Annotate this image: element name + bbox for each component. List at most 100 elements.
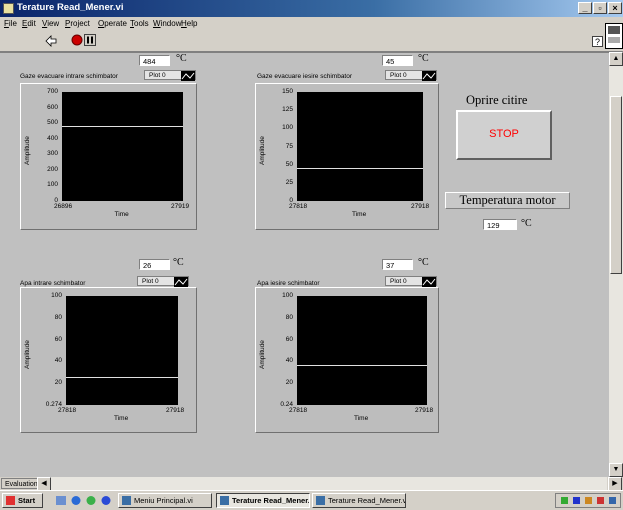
close-button[interactable]: × xyxy=(608,2,622,14)
apa-intrare-plot-legend[interactable]: Plot 0 xyxy=(137,276,189,287)
gaze-intrare-ytick: 700 xyxy=(47,88,58,95)
apa-iesire-ytick: 20 xyxy=(285,379,293,387)
gaze-iesire-trace xyxy=(297,168,423,169)
start-button[interactable]: Start xyxy=(2,493,43,508)
plot-legend-label: Plot 0 xyxy=(149,72,166,79)
task-label: Meniu Principal.vi xyxy=(134,496,193,505)
gaze-intrare-xtick-max: 27919 xyxy=(171,203,190,210)
gaze-intrare-plot-legend[interactable]: Plot 0 xyxy=(144,70,196,81)
run-arrow-icon[interactable] xyxy=(44,34,58,48)
gaze-iesire-label: Gaze evacuare iesire schimbator xyxy=(257,73,353,80)
quick-launch-icons[interactable] xyxy=(54,494,118,507)
gaze-iesire-ytick: 25 xyxy=(285,178,293,186)
apa-iesire-xlabel: Time xyxy=(354,415,369,422)
task-terature-read[interactable]: Terature Read_Mener.vi ... xyxy=(312,493,406,508)
motor-title: Temperatura motor xyxy=(445,192,570,209)
scroll-up-icon[interactable]: ▲ xyxy=(609,52,623,66)
plot-legend-swatch xyxy=(422,277,436,287)
horizontal-scroll-track[interactable] xyxy=(51,477,607,490)
windows-logo-icon xyxy=(6,496,15,505)
gaze-intrare-graph: 700 600 500 400 300 200 100 0 26896 27919 Time Ampl… xyxy=(20,83,197,230)
apa-iesire-indicator: 37 xyxy=(382,259,413,270)
vi-icon xyxy=(220,496,229,505)
apa-iesire-graph: 100 80 60 40 20 0.24 27818 27918 Time Amplitude xyxy=(255,287,439,433)
gaze-iesire-plot-area xyxy=(297,92,423,201)
task-meniu-principal[interactable]: Meniu Principal.vi xyxy=(118,493,212,508)
menu-view[interactable]: View xyxy=(42,19,59,28)
task-label: Terature Read_Mener... xyxy=(232,496,310,505)
vi-icon xyxy=(3,3,14,14)
apa-iesire-ytick: 60 xyxy=(285,335,293,343)
gaze-intrare-trace xyxy=(62,126,183,127)
apa-iesire-unit: °C xyxy=(418,257,429,268)
vertical-scrollbar[interactable]: ▲ ▼ xyxy=(609,52,623,477)
scroll-right-icon[interactable]: ▶ xyxy=(608,477,622,491)
apa-iesire-label: Apa iesire schimbator xyxy=(257,280,320,287)
gaze-intrare-label: Gaze evacuare intrare schimbator xyxy=(20,73,118,80)
start-label: Start xyxy=(18,496,36,505)
menu-edit[interactable]: Edit xyxy=(22,19,36,28)
vi-icon xyxy=(122,496,131,505)
pause-icon[interactable] xyxy=(84,34,96,46)
apa-iesire-ytick: 40 xyxy=(285,357,293,365)
gaze-intrare-ytick: 500 xyxy=(47,119,58,127)
gaze-intrare-indicator: 484 xyxy=(139,55,170,66)
gaze-iesire-xlabel: Time xyxy=(352,211,367,218)
apa-intrare-xtick-min: 27818 xyxy=(58,407,77,414)
apa-iesire-trace xyxy=(297,365,427,366)
gaze-intrare-ytick: 300 xyxy=(47,150,58,158)
gaze-iesire-xtick-max: 27918 xyxy=(411,203,430,210)
apa-intrare-ytick: 100 xyxy=(51,292,62,299)
abort-icon[interactable] xyxy=(71,34,83,46)
apa-intrare-plot-area xyxy=(66,296,178,405)
task-label: Terature Read_Mener.vi ... xyxy=(328,496,406,505)
toolbar: ? xyxy=(0,23,623,52)
title-bar: Terature Read_Mener.vi _ ▫ × xyxy=(0,0,623,17)
apa-iesire-ytick: 100 xyxy=(282,292,293,299)
stop-button-label: STOP xyxy=(489,128,519,140)
menu-bar: File Edit View Project Operate Tools Win… xyxy=(0,17,623,31)
apa-intrare-ytick: 80 xyxy=(54,313,62,321)
apa-intrare-ytick: 40 xyxy=(54,357,62,365)
apa-iesire-plot-legend[interactable]: Plot 0 xyxy=(385,276,437,287)
apa-intrare-indicator: 26 xyxy=(139,259,170,270)
apa-intrare-ytick: 60 xyxy=(54,335,62,343)
gaze-intrare-ytick: 600 xyxy=(47,103,58,111)
plot-legend-label: Plot 0 xyxy=(390,278,407,285)
gaze-iesire-indicator: 45 xyxy=(382,55,413,66)
apa-iesire-xtick-min: 27818 xyxy=(289,407,308,414)
gaze-iesire-ytick: 150 xyxy=(282,88,293,95)
gaze-iesire-ytick: 50 xyxy=(285,160,293,168)
help-icon[interactable]: ? xyxy=(592,36,603,47)
task-terature-read-active[interactable]: Terature Read_Mener... xyxy=(216,493,310,508)
apa-iesire-ylabel: Amplitude xyxy=(259,339,266,369)
gaze-intrare-ytick: 400 xyxy=(47,134,58,142)
gaze-intrare-ytick: 200 xyxy=(47,165,58,173)
tray-icon xyxy=(561,497,568,504)
restore-button[interactable]: ▫ xyxy=(593,2,607,14)
gaze-intrare-unit: °C xyxy=(176,53,187,64)
apa-intrare-ytick: 20 xyxy=(54,379,62,387)
evaluation-badge: Evaluation xyxy=(1,478,42,489)
scroll-thumb[interactable] xyxy=(610,96,622,274)
plot-legend-label: Plot 0 xyxy=(142,278,159,285)
gaze-iesire-ytick: 75 xyxy=(285,142,293,150)
menu-help[interactable]: Help xyxy=(181,19,197,28)
menu-tools[interactable]: Tools xyxy=(130,19,149,28)
menu-window[interactable]: Window xyxy=(153,19,181,28)
minimize-button[interactable]: _ xyxy=(578,2,592,14)
gaze-iesire-plot-legend[interactable]: Plot 0 xyxy=(385,70,437,81)
stop-button[interactable]: STOP xyxy=(456,110,552,160)
plot-legend-swatch xyxy=(174,277,188,287)
gaze-intrare-plot-area xyxy=(62,92,183,201)
vi-panel-icon xyxy=(605,23,623,49)
plot-legend-label: Plot 0 xyxy=(390,72,407,79)
taskbar: Start Meniu Principal.vi Terature Read_M… xyxy=(0,490,623,510)
menu-operate[interactable]: Operate xyxy=(98,19,127,28)
menu-file[interactable]: File xyxy=(4,19,17,28)
front-panel: 484 °C Gaze evacuare intrare schimbator … xyxy=(0,52,609,478)
svg-text:?: ? xyxy=(595,37,600,47)
scroll-left-icon[interactable]: ◀ xyxy=(37,477,51,491)
menu-project[interactable]: Project xyxy=(65,19,90,28)
scroll-down-icon[interactable]: ▼ xyxy=(609,463,623,477)
